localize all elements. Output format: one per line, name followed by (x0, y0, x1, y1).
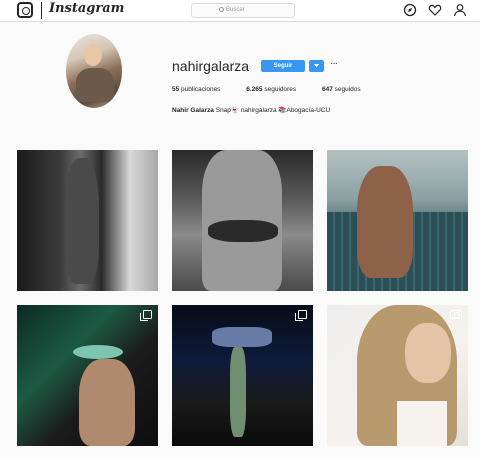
following-count: 647 (321, 86, 333, 93)
profile-stats: 55 publicaciones 6.265 seguidores 647 se… (172, 86, 385, 93)
post-image-detail (73, 345, 123, 359)
followers-label: seguidores (264, 86, 297, 93)
post-image-figure (79, 359, 135, 446)
multiple-images-icon (140, 310, 152, 321)
video-camera-icon (450, 310, 462, 319)
post-image-figure (357, 166, 413, 278)
heart-icon[interactable] (428, 3, 442, 17)
posts-count: 55 (172, 86, 180, 93)
chevron-down-icon (314, 63, 319, 68)
search-icon (219, 7, 224, 12)
logo-divider (41, 2, 42, 19)
following-stat[interactable]: 647 seguidos (322, 86, 361, 93)
top-navigation-bar: Instagram Buscar (0, 0, 480, 22)
compass-icon[interactable] (403, 3, 417, 17)
search-placeholder: Buscar (226, 7, 245, 13)
posts-stat[interactable]: 55 publicaciones (172, 86, 220, 93)
profile-username: nahirgalarza (172, 58, 250, 74)
post-image-top (397, 401, 447, 446)
post-image-face (405, 323, 451, 383)
post-thumbnail[interactable] (172, 150, 313, 291)
instagram-wordmark[interactable]: Instagram (49, 1, 124, 16)
post-image-figure (230, 347, 246, 437)
post-image-lights (212, 327, 272, 347)
post-thumbnail[interactable] (17, 150, 158, 291)
instagram-glyph-icon[interactable] (17, 2, 33, 18)
profile-bio: Nahir Galarza Snap👻 nahirgalarza 📚Abogac… (172, 106, 330, 114)
post-image-figure (65, 158, 99, 284)
more-options-button[interactable]: ··· (330, 58, 338, 69)
posts-label: publicaciones (181, 86, 221, 93)
user-icon[interactable] (453, 3, 467, 17)
followers-stat[interactable]: 6.265 seguidores (246, 86, 296, 93)
following-label: seguidos (334, 86, 361, 93)
post-thumbnail[interactable] (172, 305, 313, 446)
suggestions-dropdown-button[interactable] (309, 60, 324, 72)
post-thumbnail[interactable] (327, 305, 468, 446)
search-input[interactable]: Buscar (191, 3, 295, 18)
followers-count: 6.265 (246, 86, 263, 93)
bio-full-name: Nahir Galarza (172, 107, 214, 114)
follow-button[interactable]: Seguir (261, 60, 305, 72)
profile-avatar[interactable] (66, 34, 122, 108)
post-thumbnail[interactable] (327, 150, 468, 291)
multiple-images-icon (295, 310, 307, 321)
bio-text: Snap👻 nahirgalarza 📚Abogacía-UCU (215, 107, 331, 114)
post-thumbnail[interactable] (17, 305, 158, 446)
post-image-detail (208, 220, 278, 242)
